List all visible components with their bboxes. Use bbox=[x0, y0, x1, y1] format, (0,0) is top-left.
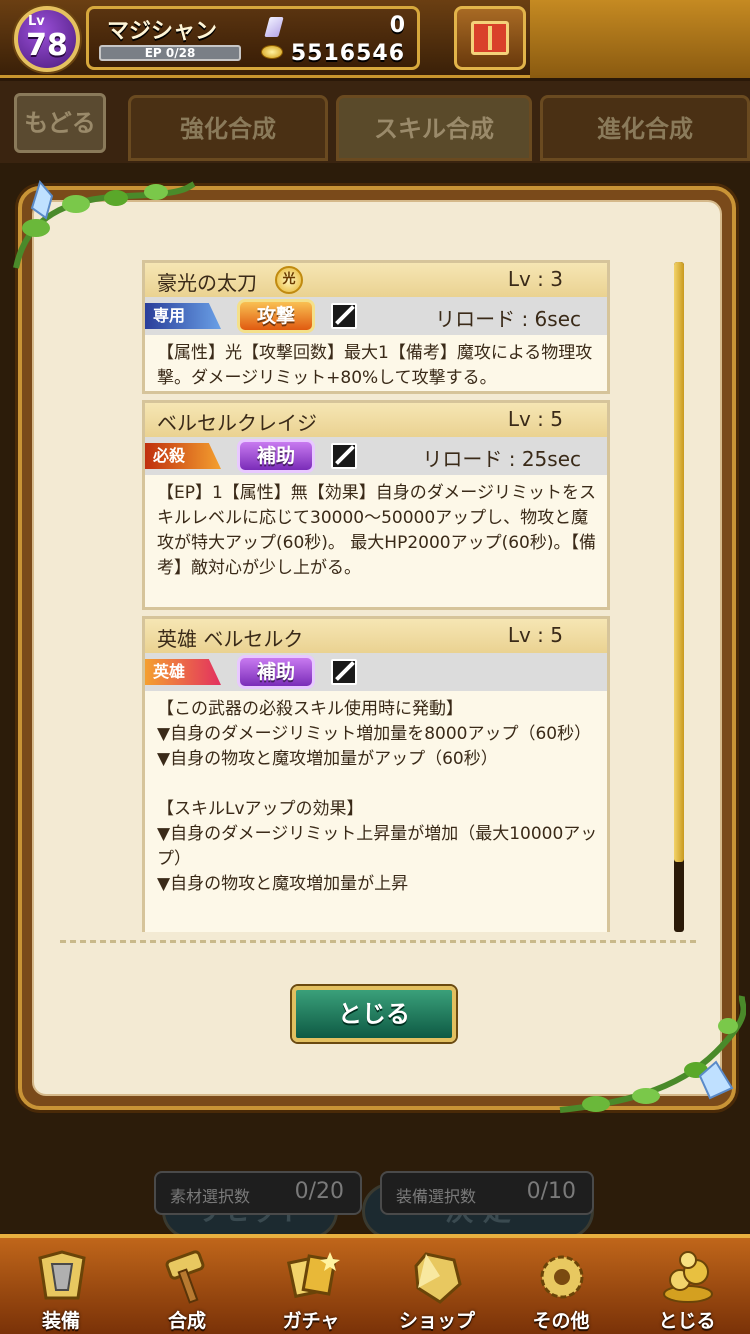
back-button[interactable]: もどる bbox=[14, 93, 106, 153]
coin-count: 5516546 bbox=[290, 41, 405, 66]
skill-reload: リロード : 6sec bbox=[435, 307, 581, 331]
nav-close[interactable]: とじる bbox=[632, 1244, 742, 1334]
divider bbox=[60, 940, 700, 943]
skill-header: ベルセルクレイジ Lv : 5 bbox=[145, 403, 607, 437]
material-counter: 素材選択数 0/20 bbox=[154, 1171, 362, 1215]
skill-type-badge: 補助 bbox=[237, 439, 315, 473]
light-attribute-icon: 光 bbox=[275, 266, 303, 294]
close-modal-button[interactable]: とじる bbox=[292, 986, 456, 1042]
book-icon bbox=[471, 21, 509, 55]
skill-description: 【この武器の必殺スキル使用時に発動】 ▼自身のダメージリミット増加量を8000ア… bbox=[157, 699, 598, 894]
nav-label: ショップ bbox=[398, 1310, 475, 1332]
material-counter-value: 0/20 bbox=[294, 1179, 344, 1204]
sword-icon bbox=[331, 659, 357, 685]
skill-level: Lv : 3 bbox=[507, 267, 563, 291]
skill-meta-row: 英雄 補助 bbox=[145, 653, 607, 691]
skill-list[interactable]: 豪光の太刀 光 Lv : 3 専用 攻撃 リロード : 6sec 【属性】光【攻… bbox=[142, 260, 610, 932]
nav-label: 合成 bbox=[167, 1310, 206, 1332]
armor-icon bbox=[38, 1250, 86, 1300]
nav-shop[interactable]: ショップ bbox=[382, 1244, 492, 1334]
equipment-counter-label: 装備選択数 bbox=[396, 1187, 477, 1206]
skill-name: ベルセルクレイジ bbox=[157, 411, 317, 435]
skill-name: 豪光の太刀 bbox=[157, 271, 257, 295]
skill-header: 英雄 ベルセルク Lv : 5 bbox=[145, 619, 607, 653]
nav-synthesis[interactable]: 合成 bbox=[132, 1244, 242, 1334]
nav-label: ガチャ bbox=[282, 1310, 340, 1332]
gear-icon bbox=[540, 1255, 584, 1299]
vine-decoration-bottom-right bbox=[559, 995, 746, 1113]
skill-level: Lv : 5 bbox=[507, 623, 563, 647]
sword-icon bbox=[331, 443, 357, 469]
skill-category-ribbon: 必殺 bbox=[145, 443, 221, 469]
level-number: 78 bbox=[26, 28, 68, 63]
coin-icon bbox=[261, 45, 283, 59]
player-name: マジシャン bbox=[107, 19, 218, 44]
nav-label: その他 bbox=[532, 1310, 590, 1332]
level-badge: Lv 78 bbox=[14, 6, 80, 72]
bottom-navigation: 装備 合成 ガチャ ショップ その他 とじる bbox=[0, 1234, 750, 1334]
gacha-icon bbox=[286, 1252, 340, 1299]
scrollbar-thumb[interactable] bbox=[674, 262, 684, 862]
nav-equipment[interactable]: 装備 bbox=[6, 1244, 116, 1334]
hammer-icon bbox=[165, 1250, 205, 1304]
nav-gacha[interactable]: ガチャ bbox=[256, 1244, 366, 1334]
skill-name: 英雄 ベルセルク bbox=[157, 627, 304, 651]
tab-skill-synthesis[interactable]: スキル合成 bbox=[336, 95, 532, 161]
nav-label: とじる bbox=[658, 1310, 716, 1332]
skill-description: 【EP】1【属性】無【効果】自身のダメージリミットをスキルレベルに応じて3000… bbox=[157, 483, 596, 578]
material-counter-label: 素材選択数 bbox=[170, 1187, 251, 1206]
skill-meta-row: 必殺 補助 リロード : 25sec bbox=[145, 437, 607, 475]
nav-other[interactable]: その他 bbox=[506, 1244, 616, 1334]
skill-category-ribbon: 専用 bbox=[145, 303, 221, 329]
skill-reload: リロード : 25sec bbox=[422, 447, 581, 471]
sword-icon bbox=[331, 303, 357, 329]
crystal-icon bbox=[414, 1252, 462, 1304]
skill-header: 豪光の太刀 光 Lv : 3 bbox=[145, 263, 607, 297]
gem-count: 0 bbox=[389, 13, 405, 38]
skill-card: 豪光の太刀 光 Lv : 3 専用 攻撃 リロード : 6sec 【属性】光【攻… bbox=[142, 260, 610, 394]
level-label: Lv bbox=[28, 14, 45, 29]
skill-level: Lv : 5 bbox=[507, 407, 563, 431]
top-status-bar: Lv 78 マジシャン EP 0/28 0 5516546 bbox=[0, 0, 750, 78]
ep-gauge: EP 0/28 bbox=[99, 45, 241, 61]
skill-card: 英雄 ベルセルク Lv : 5 英雄 補助 【この武器の必殺スキル使用時に発動】… bbox=[142, 616, 610, 932]
skill-type-badge: 補助 bbox=[237, 655, 315, 689]
tab-enhance[interactable]: 強化合成 bbox=[128, 95, 328, 161]
nav-label: 装備 bbox=[41, 1310, 80, 1332]
skill-type-badge: 攻撃 bbox=[237, 299, 315, 333]
skill-category-ribbon: 英雄 bbox=[145, 659, 221, 685]
skill-description: 【属性】光【攻撃回数】最大1【備考】魔攻による物理攻撃。ダメージリミット+80%… bbox=[157, 343, 593, 388]
gem-icon bbox=[264, 17, 284, 37]
gold-pile-icon bbox=[663, 1251, 713, 1303]
skill-card: ベルセルクレイジ Lv : 5 必殺 補助 リロード : 25sec 【EP】1… bbox=[142, 400, 610, 610]
skill-meta-row: 専用 攻撃 リロード : 6sec bbox=[145, 297, 607, 335]
player-nameplate: マジシャン EP 0/28 0 5516546 bbox=[86, 6, 420, 70]
friends-book-button[interactable] bbox=[454, 6, 526, 70]
equipment-counter: 装備選択数 0/10 bbox=[380, 1171, 594, 1215]
tab-evolution[interactable]: 進化合成 bbox=[540, 95, 750, 161]
equipment-counter-value: 0/10 bbox=[526, 1179, 576, 1204]
top-bar-ornament bbox=[530, 0, 750, 78]
